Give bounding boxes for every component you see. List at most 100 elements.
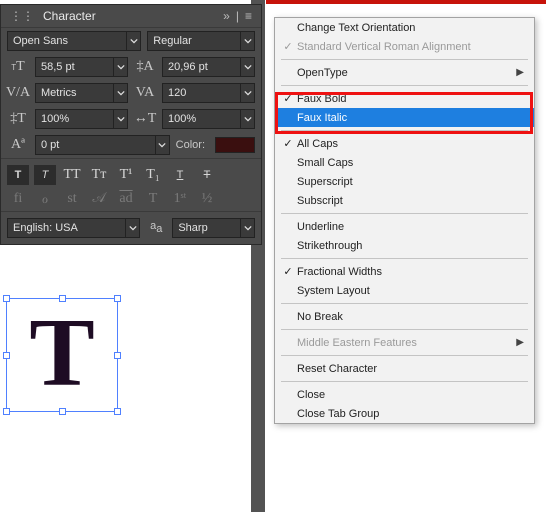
- font-size-input[interactable]: 58,5 pt: [35, 57, 128, 77]
- tracking-input[interactable]: 120: [162, 83, 255, 103]
- menu-separator: [281, 329, 528, 330]
- menu-item-opentype[interactable]: OpenType▶: [275, 63, 534, 82]
- font-family-select[interactable]: Open Sans: [7, 31, 141, 51]
- underline-button[interactable]: T: [169, 165, 191, 185]
- menu-item-label: All Caps: [297, 138, 524, 150]
- all-caps-button[interactable]: TT: [61, 165, 83, 185]
- resize-handle[interactable]: [3, 352, 10, 359]
- color-label: Color:: [176, 139, 205, 151]
- leading-input[interactable]: 20,96 pt: [162, 57, 255, 77]
- flyout-menu-icon[interactable]: ≡: [242, 9, 255, 23]
- hscale-value: 100%: [163, 111, 240, 127]
- menu-item-middle-eastern-features: Middle Eastern Features▶: [275, 333, 534, 352]
- menu-item-label: Underline: [297, 221, 524, 233]
- swash-button[interactable]: 𝒜: [88, 189, 110, 209]
- menu-separator: [281, 130, 528, 131]
- leading-icon: ‡A: [134, 58, 156, 76]
- menu-item-close-tab-group[interactable]: Close Tab Group: [275, 404, 534, 423]
- menu-separator: [281, 355, 528, 356]
- panel-grip-icon: ⋮⋮: [7, 9, 37, 23]
- character-flyout-menu: Change Text Orientation ✓Standard Vertica…: [274, 17, 535, 424]
- menu-item-close[interactable]: Close: [275, 385, 534, 404]
- chevron-down-icon: [126, 32, 140, 50]
- titling-alt-button[interactable]: T: [142, 189, 164, 209]
- resize-handle[interactable]: [59, 408, 66, 415]
- menu-item-underline[interactable]: Underline: [275, 217, 534, 236]
- tracking-value: 120: [163, 85, 240, 101]
- menu-item-label: Change Text Orientation: [297, 22, 524, 34]
- font-family-value: Open Sans: [8, 33, 126, 49]
- resize-handle[interactable]: [114, 352, 121, 359]
- tracking-icon: VA: [134, 84, 156, 102]
- ligatures-button[interactable]: fi: [7, 189, 29, 209]
- menu-item-faux-bold[interactable]: ✓Faux Bold: [275, 89, 534, 108]
- ordinals-button[interactable]: 1ˢᵗ: [169, 189, 191, 209]
- character-panel: ⋮⋮ Character » | ≡ Open Sans Regular TT …: [0, 4, 262, 245]
- chevron-down-icon: [240, 58, 254, 76]
- menu-item-change-text-orientation[interactable]: Change Text Orientation: [275, 18, 534, 37]
- menu-item-strikethrough[interactable]: Strikethrough: [275, 236, 534, 255]
- color-swatch[interactable]: [215, 137, 255, 153]
- superscript-button[interactable]: T¹: [115, 165, 137, 185]
- opentype-buttons: fi ℴ st 𝒜 ad T 1ˢᵗ ½: [1, 187, 261, 211]
- menu-item-standard-vertical-roman-alignment: ✓Standard Vertical Roman Alignment: [275, 37, 534, 56]
- chevron-down-icon: [240, 84, 254, 102]
- selected-text-object[interactable]: T: [6, 298, 118, 412]
- menu-item-small-caps[interactable]: Small Caps: [275, 153, 534, 172]
- menu-item-label: No Break: [297, 311, 524, 323]
- small-caps-button[interactable]: Tᴛ: [88, 165, 110, 185]
- antialias-select[interactable]: Sharp: [172, 218, 255, 238]
- hscale-input[interactable]: 100%: [162, 109, 255, 129]
- resize-handle[interactable]: [114, 295, 121, 302]
- kerning-input[interactable]: Metrics: [35, 83, 128, 103]
- submenu-arrow-icon: ▶: [516, 337, 524, 348]
- stylistic-alt-button[interactable]: ad: [115, 189, 137, 209]
- subscript-button[interactable]: T₁: [142, 165, 164, 185]
- menu-item-fractional-widths[interactable]: ✓Fractional Widths: [275, 262, 534, 281]
- font-style-select[interactable]: Regular: [147, 31, 255, 51]
- resize-handle[interactable]: [114, 408, 121, 415]
- menu-separator: [281, 258, 528, 259]
- language-select[interactable]: English: USA: [7, 218, 140, 238]
- vscale-icon: ‡T: [7, 110, 29, 128]
- discretionary-lig-button[interactable]: st: [61, 189, 83, 209]
- menu-item-label: Small Caps: [297, 157, 524, 169]
- type-style-buttons: T T TT Tᴛ T¹ T₁ T T: [1, 158, 261, 187]
- menu-item-reset-character[interactable]: Reset Character: [275, 359, 534, 378]
- resize-handle[interactable]: [3, 408, 10, 415]
- checkmark-icon: ✓: [279, 137, 297, 150]
- menu-item-no-break[interactable]: No Break: [275, 307, 534, 326]
- strikethrough-button[interactable]: T: [196, 165, 218, 185]
- menu-item-label: Strikethrough: [297, 240, 524, 252]
- checkmark-icon: ✓: [279, 40, 297, 53]
- resize-handle[interactable]: [3, 295, 10, 302]
- faux-italic-button[interactable]: T: [34, 165, 56, 185]
- resize-handle[interactable]: [59, 295, 66, 302]
- baseline-input[interactable]: 0 pt: [35, 135, 170, 155]
- menu-item-label: Fractional Widths: [297, 266, 524, 278]
- menu-item-label: Middle Eastern Features: [297, 337, 516, 349]
- menu-item-subscript[interactable]: Subscript: [275, 191, 534, 210]
- panel-footer: English: USA aa Sharp: [1, 211, 261, 244]
- antialias-icon: aa: [146, 220, 166, 235]
- contextual-alt-button[interactable]: ℴ: [34, 189, 56, 209]
- vscale-input[interactable]: 100%: [35, 109, 128, 129]
- menu-item-faux-italic[interactable]: Faux Italic: [275, 108, 534, 127]
- vscale-value: 100%: [36, 111, 113, 127]
- menu-separator: [281, 303, 528, 304]
- chevron-down-icon: [125, 219, 139, 237]
- baseline-icon: Aª: [7, 136, 29, 154]
- faux-bold-button[interactable]: T: [7, 165, 29, 185]
- menu-item-label: Superscript: [297, 176, 524, 188]
- chevron-down-icon: [240, 110, 254, 128]
- collapse-icon[interactable]: »: [220, 9, 233, 23]
- chevron-down-icon: [155, 136, 169, 154]
- menu-item-superscript[interactable]: Superscript: [275, 172, 534, 191]
- panel-header: ⋮⋮ Character » | ≡: [1, 5, 261, 28]
- menu-separator: [281, 213, 528, 214]
- menu-item-all-caps[interactable]: ✓All Caps: [275, 134, 534, 153]
- fractions-button[interactable]: ½: [196, 189, 218, 209]
- font-size-icon: TT: [7, 58, 29, 76]
- menu-item-system-layout[interactable]: System Layout: [275, 281, 534, 300]
- checkmark-icon: ✓: [279, 92, 297, 105]
